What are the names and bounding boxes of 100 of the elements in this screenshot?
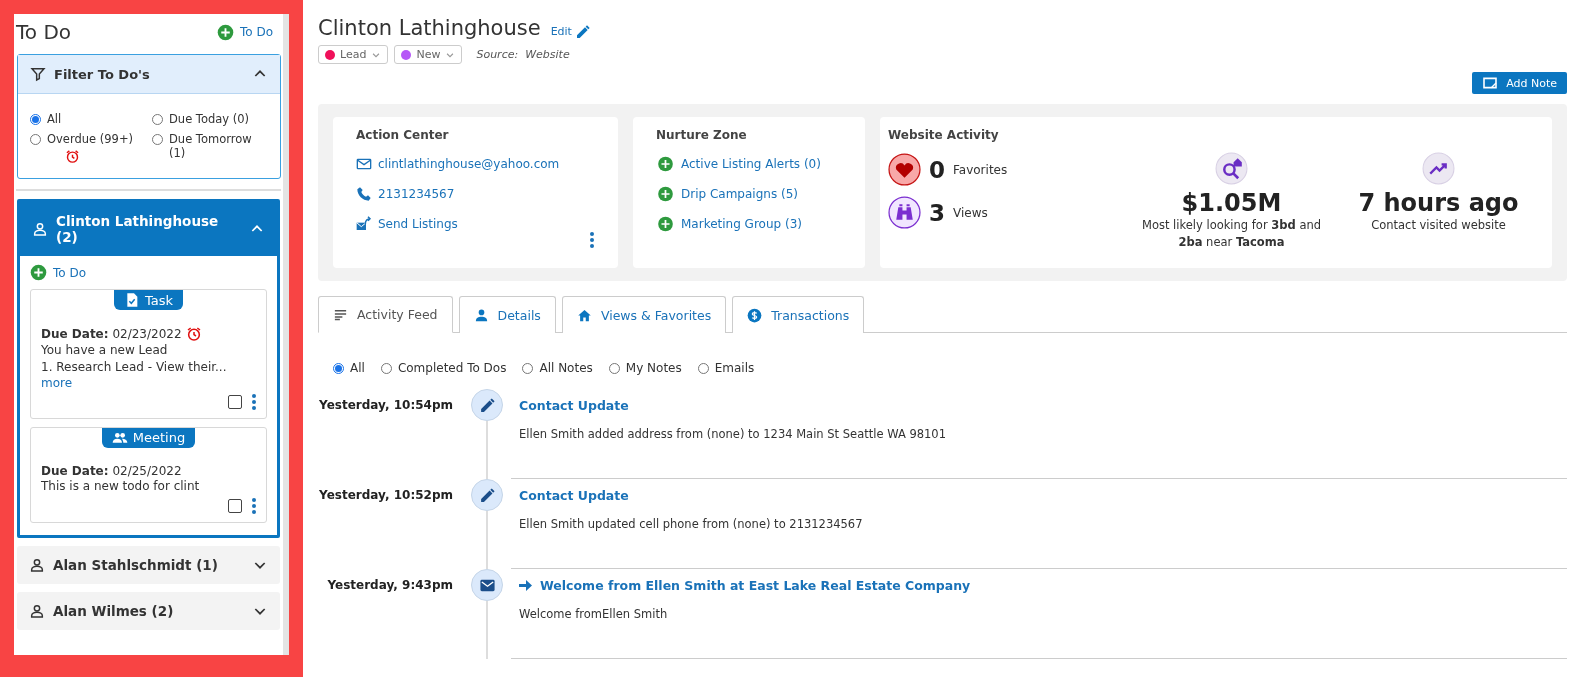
- radio-button[interactable]: [380, 363, 392, 374]
- source-label: Source: Website: [476, 48, 570, 61]
- pencil-icon: [574, 23, 591, 40]
- house-icon: [576, 307, 592, 323]
- person-icon: [32, 221, 48, 237]
- email-link[interactable]: clintlathinghouse@yahoo.com: [356, 156, 560, 172]
- tab[interactable]: Activity Feed: [318, 296, 453, 333]
- dollar-icon: [747, 307, 763, 323]
- more-options-icon[interactable]: [252, 393, 256, 410]
- nurture-link[interactable]: Marketing Group (3): [656, 216, 802, 232]
- count-value: 0: [929, 156, 945, 183]
- contact-header[interactable]: Clinton Lathinghouse (2): [20, 202, 277, 256]
- contact-header[interactable]: Alan Stahlschmidt (1): [17, 546, 280, 585]
- nurture-link[interactable]: Drip Campaigns (5): [656, 186, 798, 202]
- stat-description: Contact visited website: [1371, 217, 1506, 234]
- status-dropdown[interactable]: New: [394, 45, 463, 64]
- checkbox[interactable]: [228, 394, 242, 409]
- trend-up-icon: [1422, 152, 1455, 185]
- due-date: Due Date: 02/23/2022: [41, 327, 182, 341]
- todo-type-badge: Meeting: [101, 427, 196, 448]
- count-label: Favorites: [953, 162, 1008, 177]
- note-icon: [1482, 75, 1499, 91]
- radio-button[interactable]: [608, 363, 620, 374]
- radio-label: Completed To Dos: [397, 361, 507, 375]
- stat-value: $1.05M: [1181, 189, 1282, 217]
- count-value: 3: [929, 199, 945, 226]
- status-dropdown[interactable]: Lead: [318, 45, 389, 64]
- contact-header[interactable]: Alan Wilmes (2): [17, 592, 280, 631]
- person-icon: [29, 557, 45, 574]
- timestamp: Yesterday, 10:54pm: [318, 397, 454, 412]
- binoculars-icon: [888, 196, 921, 229]
- todo-text: This is a new todo for clint: [41, 477, 201, 495]
- plus-icon: [656, 186, 675, 202]
- more-link[interactable]: more: [41, 375, 73, 390]
- filter-option-label: Overdue (99+): [47, 132, 134, 146]
- checkbox[interactable]: [228, 499, 242, 514]
- radio-button[interactable]: [152, 114, 163, 125]
- contact-name: Alan Wilmes (2): [53, 603, 175, 620]
- todo-type-badge: Task: [113, 290, 184, 310]
- radio-label: Emails: [714, 361, 755, 375]
- plus-icon: [30, 264, 47, 281]
- radio-label: All: [350, 361, 365, 375]
- event-title-link[interactable]: Contact Update: [519, 398, 629, 413]
- radio-button[interactable]: [333, 363, 344, 374]
- event-description: Ellen Smith updated cell phone from (none) to 2131234567: [519, 517, 864, 531]
- radio-button[interactable]: [522, 363, 534, 374]
- tab[interactable]: Transactions: [732, 296, 865, 333]
- radio-button[interactable]: [697, 363, 709, 374]
- add-todo-link[interactable]: To Do: [216, 23, 273, 41]
- count-label: Views: [953, 205, 988, 220]
- plus-icon: [656, 216, 675, 232]
- timestamp: Yesterday, 9:43pm: [326, 577, 454, 592]
- event-description: Ellen Smith added address from (none) to 1234 Main St Seattle WA 98101: [519, 427, 947, 441]
- contact-name: Clinton Lathinghouse (2): [56, 213, 220, 245]
- plus-icon: [216, 23, 234, 41]
- list-icon: [333, 307, 348, 322]
- person-icon: [473, 307, 489, 323]
- envelope-arrow-icon: [356, 216, 372, 232]
- filter-header[interactable]: Filter To Do's: [18, 55, 280, 94]
- tab[interactable]: Views & Favorites: [561, 296, 727, 333]
- todo-text: You have a new Lead: [41, 342, 169, 359]
- timestamp: Yesterday, 10:52pm: [318, 487, 454, 502]
- phone-icon: [356, 186, 372, 202]
- radio-button[interactable]: [30, 114, 41, 125]
- radio-button[interactable]: [152, 134, 163, 145]
- filter-icon: [30, 66, 46, 82]
- more-options-icon[interactable]: [252, 498, 256, 515]
- filter-title: Filter To Do's: [54, 66, 151, 82]
- envelope-icon: [356, 156, 372, 172]
- send-listings-link[interactable]: Send Listings: [356, 216, 458, 232]
- event-description: Welcome fromEllen Smith: [519, 607, 669, 621]
- person-icon: [29, 603, 45, 620]
- add-note-button[interactable]: Add Note: [1472, 72, 1567, 94]
- card-title: Nurture Zone: [656, 128, 748, 142]
- plus-icon: [656, 156, 675, 172]
- event-title-link[interactable]: Contact Update: [519, 488, 629, 503]
- home-search-icon: [1215, 152, 1248, 185]
- card-title: Action Center: [356, 128, 450, 142]
- nurture-link[interactable]: Active Listing Alerts (0): [656, 156, 821, 172]
- filter-option-label: Due Today (0): [169, 112, 250, 126]
- more-options-icon[interactable]: [590, 232, 594, 248]
- tab[interactable]: Details: [458, 296, 556, 333]
- edit-link[interactable]: Edit: [550, 23, 591, 40]
- contact-name: Clinton Lathinghouse: [318, 16, 541, 40]
- filter-option-label: Due Tomorrow (1): [169, 132, 253, 160]
- event-title-link[interactable]: Welcome from Ellen Smith at East Lake Real Estate Company: [519, 578, 971, 593]
- stat-description: Most likely looking for 3bd and 2ba near Tacoma: [1140, 217, 1323, 251]
- pencil-badge: [471, 479, 503, 511]
- card-title: Website Activity: [888, 128, 1000, 142]
- phone-link[interactable]: 2131234567: [356, 186, 455, 202]
- radio-label: My Notes: [625, 361, 682, 375]
- todo-text: 1. Research Lead - View their...: [41, 358, 228, 376]
- contact-name: Alan Stahlschmidt (1): [53, 557, 219, 574]
- sidebar-title: To Do: [16, 20, 72, 44]
- arrow-right-icon: [519, 580, 532, 591]
- add-todo-link[interactable]: To Do: [30, 264, 259, 281]
- radio-label: All Notes: [539, 361, 593, 375]
- stat-value: 7 hours ago: [1358, 189, 1519, 217]
- radio-button[interactable]: [30, 134, 41, 145]
- due-date: Due Date: 02/25/2022: [41, 463, 182, 478]
